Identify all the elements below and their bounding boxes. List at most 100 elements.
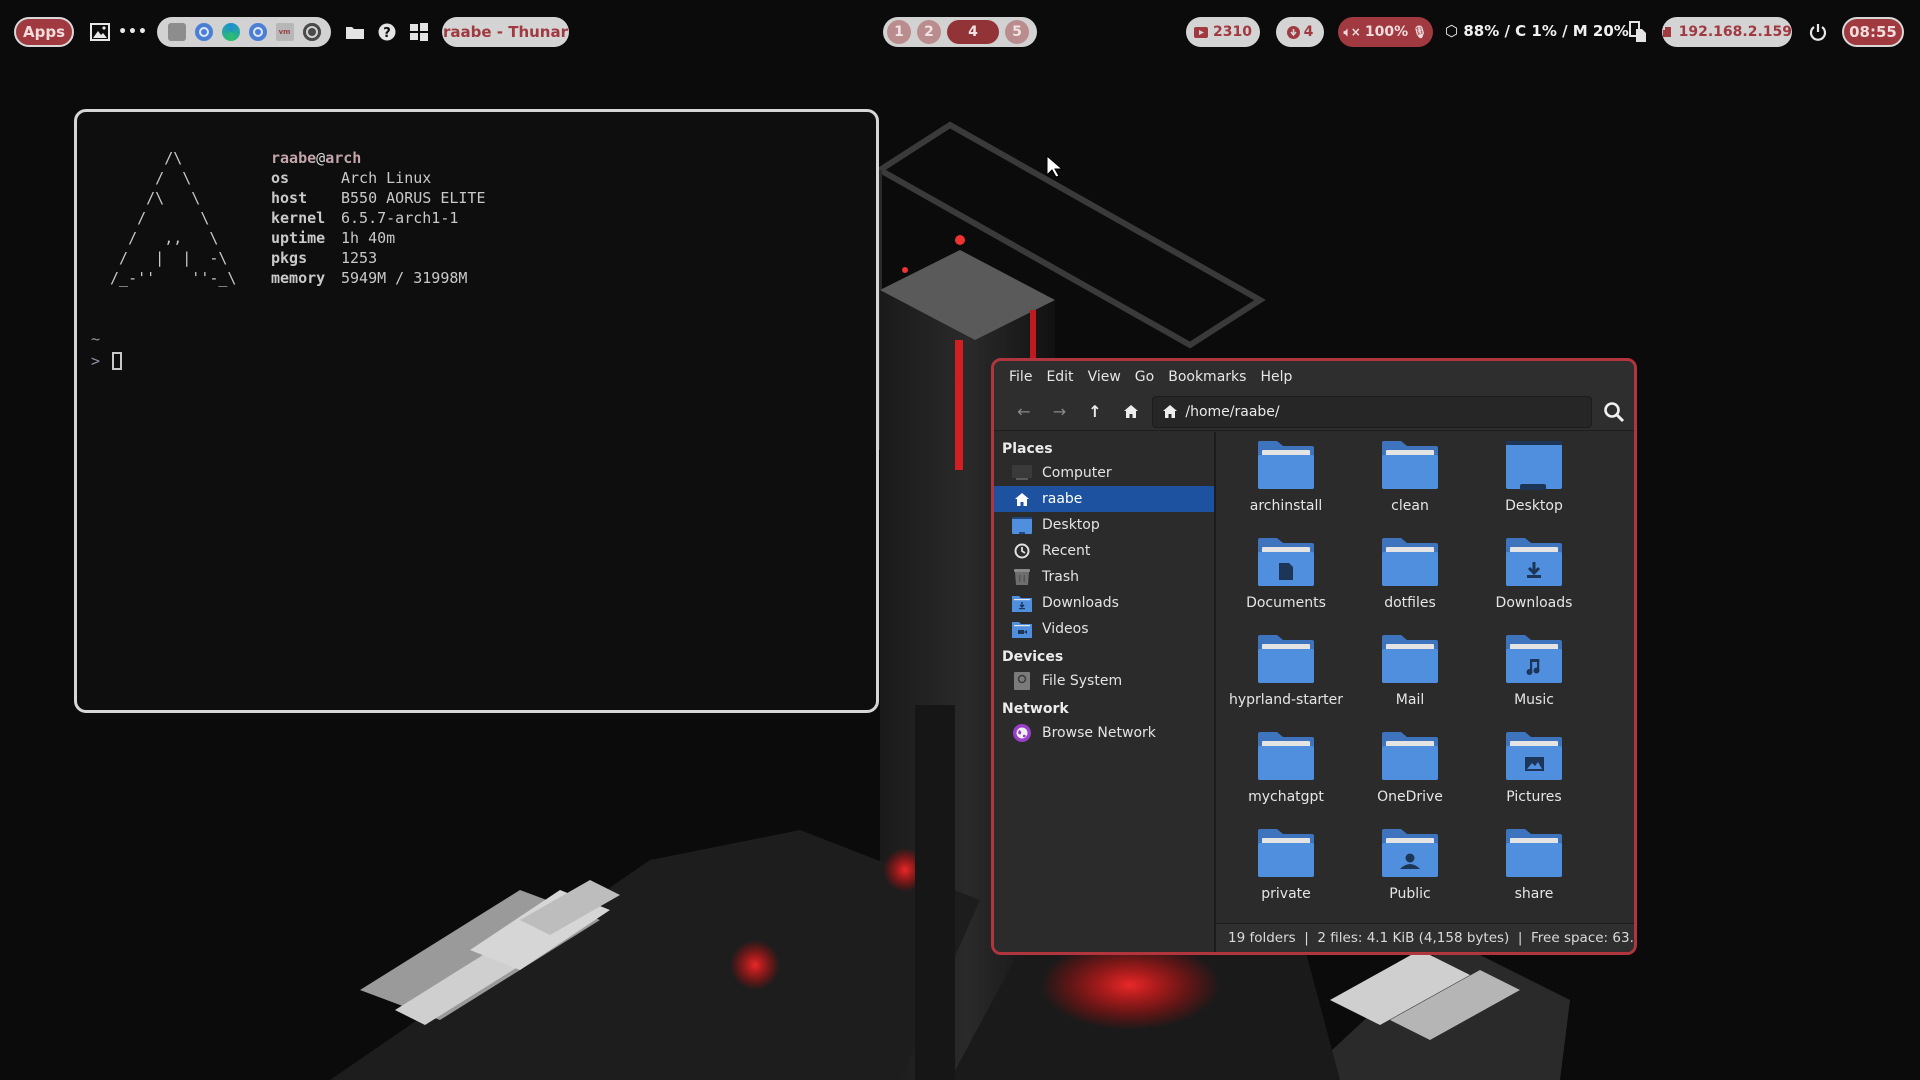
svg-text:?: ? [383, 26, 391, 41]
folder-icon [1382, 829, 1438, 877]
folder-icon [1506, 538, 1562, 586]
trash-icon [1012, 568, 1032, 586]
workspace-switcher: 1 2 4 5 [883, 17, 1037, 47]
youtube-widget[interactable]: 2310 [1186, 17, 1260, 47]
sidebar-item-videos[interactable]: Videos [994, 616, 1214, 642]
chromium-app-icon[interactable] [194, 23, 213, 41]
status-bar: 19 folders | 2 files: 4.1 KiB (4,158 byt… [1216, 923, 1634, 952]
menu-bookmarks[interactable]: Bookmarks [1161, 369, 1253, 385]
menu-edit[interactable]: Edit [1039, 369, 1080, 385]
system-stats[interactable]: ⬡ 88% / C 1% / M 20% [1445, 22, 1629, 40]
obs-app-icon[interactable] [302, 23, 321, 41]
file-item-public[interactable]: Public [1348, 826, 1472, 923]
file-name: Documents [1246, 595, 1326, 611]
workspace-5[interactable]: 5 [1005, 20, 1029, 44]
more-icon[interactable]: ••• [118, 20, 147, 44]
shell-prompt[interactable]: ~ > [91, 328, 123, 372]
file-name: clean [1391, 498, 1429, 514]
apps-button[interactable]: Apps [14, 17, 74, 47]
volume-widget[interactable]: 🔈︎× 100% 🎙︎ [1338, 17, 1433, 47]
computer-icon [1012, 464, 1032, 482]
terminal-window[interactable]: /\ / \ /\ \ / \ / ,, \ / | | -\ /_-'' ''… [74, 109, 879, 713]
side-pane: Places Computer raabe Desktop Recent Tra… [994, 432, 1216, 952]
thunar-window[interactable]: File Edit View Go Bookmarks Help ← → ↑ /… [991, 358, 1637, 955]
file-item-documents[interactable]: Documents [1224, 535, 1348, 632]
cwd: ~ [91, 330, 101, 348]
workspace-1[interactable]: 1 [887, 20, 911, 44]
windows-icon[interactable] [407, 20, 431, 44]
file-item-downloads[interactable]: Downloads [1472, 535, 1596, 632]
fetch-username: raabe [271, 149, 317, 167]
videos-folder-icon [1012, 620, 1032, 638]
chrome-app-icon[interactable] [248, 23, 267, 41]
search-button[interactable] [1594, 396, 1634, 428]
clock[interactable]: 08:55 [1842, 17, 1904, 47]
file-item-onedrive[interactable]: OneDrive [1348, 729, 1472, 826]
folder-icon [1506, 635, 1562, 683]
menu-view[interactable]: View [1081, 369, 1128, 385]
sidebar-item-desktop[interactable]: Desktop [994, 512, 1214, 538]
file-item-private[interactable]: private [1224, 826, 1348, 923]
back-button[interactable]: ← [1006, 397, 1042, 427]
menu-go[interactable]: Go [1128, 369, 1161, 385]
file-item-mail[interactable]: Mail [1348, 632, 1472, 729]
sidebar-item-trash[interactable]: Trash [994, 564, 1214, 590]
file-item-desktop[interactable]: Desktop [1472, 438, 1596, 535]
youtube-icon [1194, 26, 1209, 38]
home-button[interactable] [1113, 397, 1149, 427]
sidebar-label: Desktop [1042, 517, 1100, 533]
folder-icon[interactable] [343, 20, 367, 44]
image-icon[interactable] [88, 20, 112, 44]
input-line[interactable]: > [91, 350, 123, 372]
location-bar[interactable]: /home/raabe/ [1152, 395, 1593, 428]
folder-icon [1382, 538, 1438, 586]
menu-file[interactable]: File [1002, 369, 1039, 385]
folder-icon [1382, 732, 1438, 780]
menu-help[interactable]: Help [1253, 369, 1299, 385]
fetch-row-host: host B550 AORUS ELITE [271, 188, 486, 208]
file-name: Pictures [1506, 789, 1562, 805]
updates-widget[interactable]: 4 [1276, 17, 1324, 47]
file-name: Mail [1395, 692, 1425, 708]
app-launcher-group: vm [157, 17, 331, 47]
forward-button[interactable]: → [1042, 397, 1078, 427]
sidebar-item-file-system[interactable]: File System [994, 668, 1214, 694]
home-icon [1012, 490, 1032, 508]
sidebar-item-raabe[interactable]: raabe [994, 486, 1214, 512]
active-window-title[interactable]: raabe - Thunar [442, 17, 569, 47]
file-item-pictures[interactable]: Pictures [1472, 729, 1596, 826]
file-item-archinstall[interactable]: archinstall [1224, 438, 1348, 535]
file-name: Public [1389, 886, 1431, 902]
network-widget[interactable]: 192.168.2.159 [1662, 17, 1792, 47]
sidebar-label: File System [1042, 673, 1123, 689]
folder-icon [1258, 732, 1314, 780]
arrow-up-icon: ↑ [1088, 402, 1102, 421]
file-item-music[interactable]: Music [1472, 632, 1596, 729]
sidebar-item-recent[interactable]: Recent [994, 538, 1214, 564]
edge-app-icon[interactable] [221, 23, 240, 41]
file-item-dotfiles[interactable]: dotfiles [1348, 535, 1472, 632]
file-manager-app-icon[interactable] [167, 23, 186, 41]
fetch-key: kernel [271, 209, 326, 227]
sidebar-item-downloads[interactable]: Downloads [994, 590, 1214, 616]
network-globe-icon [1012, 724, 1032, 742]
file-item-hyprland-starter[interactable]: hyprland-starter [1224, 632, 1348, 729]
file-item-mychatgpt[interactable]: mychatgpt [1224, 729, 1348, 826]
sidebar-item-computer[interactable]: Computer [994, 460, 1214, 486]
help-icon[interactable]: ? [375, 20, 399, 44]
fetch-value: 1253 [341, 249, 378, 267]
workspace-2[interactable]: 2 [917, 20, 941, 44]
microphone-icon: 🎙︎ [1412, 25, 1428, 39]
clipboard-icon[interactable] [1626, 20, 1650, 44]
active-window-label: raabe - Thunar [442, 23, 568, 41]
file-item-clean[interactable]: clean [1348, 438, 1472, 535]
power-icon[interactable] [1806, 20, 1830, 44]
fetch-value: 5949M / 31998M [341, 269, 468, 287]
vmware-app-icon[interactable]: vm [275, 23, 294, 41]
file-item-share[interactable]: share [1472, 826, 1596, 923]
up-button[interactable]: ↑ [1077, 397, 1113, 427]
workspace-4-active[interactable]: 4 [947, 20, 999, 44]
arrow-left-icon: ← [1017, 402, 1031, 421]
sidebar-item-browse-network[interactable]: Browse Network [994, 720, 1214, 746]
file-name: private [1261, 886, 1311, 902]
